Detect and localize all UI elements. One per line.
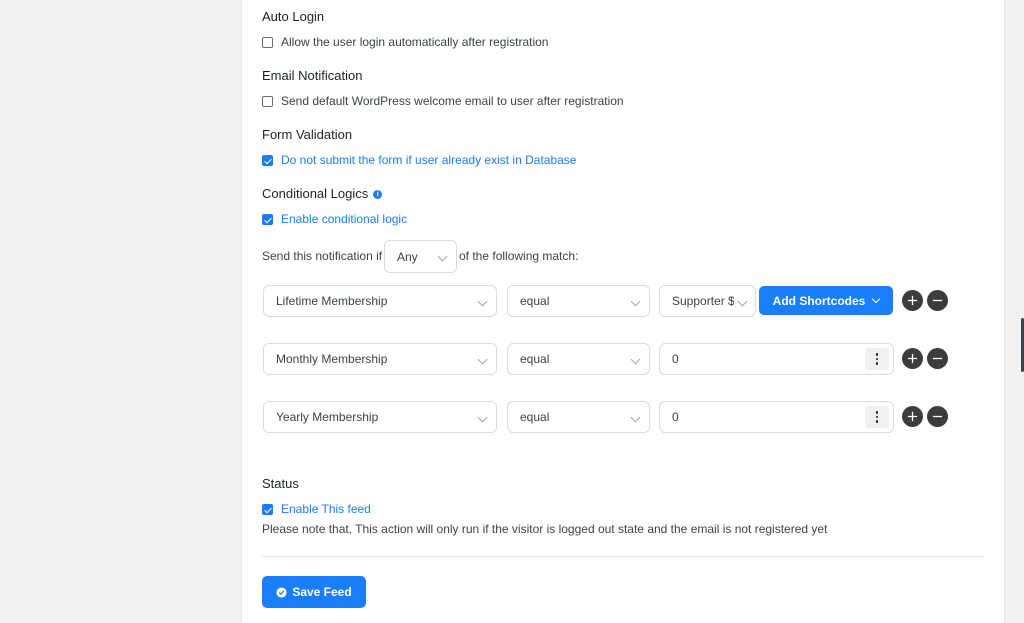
remove-condition-button[interactable]: [927, 290, 948, 311]
condition-value-select[interactable]: Supporter $: [659, 285, 756, 317]
email-notification-checkbox[interactable]: Send default WordPress welcome email to …: [262, 94, 624, 108]
checkbox-box[interactable]: [262, 95, 273, 107]
check-circle-icon: [276, 586, 287, 598]
chevron-down-icon: [630, 296, 641, 307]
condition-operator-select[interactable]: equal: [507, 285, 650, 317]
save-feed-button[interactable]: Save Feed: [262, 576, 366, 608]
enable-feed-label: Enable This feed: [281, 502, 371, 516]
status-title: Status: [262, 476, 299, 491]
condition-field-value: Lifetime Membership: [276, 294, 388, 308]
email-notification-title: Email Notification: [262, 68, 363, 83]
status-note: Please note that, This action will only …: [262, 522, 828, 536]
condition-field-select[interactable]: Monthly Membership: [263, 343, 497, 375]
conditional-logics-text: Conditional Logics: [262, 186, 369, 201]
plus-icon: [907, 411, 918, 422]
auto-login-label: Allow the user login automatically after…: [281, 35, 549, 49]
chevron-down-icon: [477, 412, 488, 423]
plus-icon: [907, 295, 918, 306]
condition-field-select[interactable]: Lifetime Membership: [263, 285, 497, 317]
minus-icon: [932, 415, 943, 418]
chevron-down-icon: [737, 296, 748, 307]
auto-login-title: Auto Login: [262, 9, 325, 24]
add-shortcodes-button[interactable]: Add Shortcodes: [759, 286, 893, 315]
checkbox-box[interactable]: [262, 503, 273, 515]
condition-field-value: Yearly Membership: [276, 410, 379, 424]
chevron-down-icon: [872, 294, 881, 303]
chevron-down-icon: [630, 412, 641, 423]
condition-value-text: 0: [672, 352, 679, 366]
conditional-logics-title: Conditional Logics i: [262, 186, 383, 201]
form-validation-checkbox[interactable]: Do not submit the form if user already e…: [262, 153, 576, 167]
checkbox-box[interactable]: [262, 213, 273, 225]
condition-operator-select[interactable]: equal: [507, 401, 650, 433]
form-validation-title: Form Validation: [262, 127, 353, 142]
remove-condition-button[interactable]: [927, 348, 948, 369]
checkbox-box[interactable]: [262, 36, 273, 48]
match-type-value: Any: [397, 249, 418, 264]
minus-icon: [932, 299, 943, 302]
condition-value-text: 0: [672, 410, 679, 424]
chevron-down-icon: [437, 251, 448, 262]
condition-value-input[interactable]: 0: [659, 401, 894, 433]
save-feed-label: Save Feed: [292, 585, 352, 599]
more-vertical-icon[interactable]: [865, 348, 889, 370]
add-shortcodes-label: Add Shortcodes: [772, 293, 866, 308]
condition-field-select[interactable]: Yearly Membership: [263, 401, 497, 433]
add-condition-button[interactable]: [902, 406, 923, 427]
send-suffix: of the following match:: [459, 249, 579, 263]
send-prefix: Send this notification if: [262, 249, 383, 263]
condition-value-text: Supporter $: [672, 294, 734, 308]
condition-operator-value: equal: [520, 294, 550, 308]
condition-operator-value: equal: [520, 352, 550, 366]
conditional-logic-label: Enable conditional logic: [281, 212, 408, 226]
divider: [262, 556, 984, 557]
enable-feed-checkbox[interactable]: Enable This feed: [262, 502, 371, 516]
form-validation-label: Do not submit the form if user already e…: [281, 153, 577, 167]
chevron-down-icon: [630, 354, 641, 365]
checkbox-box[interactable]: [262, 154, 273, 166]
auto-login-checkbox[interactable]: Allow the user login automatically after…: [262, 35, 548, 49]
remove-condition-button[interactable]: [927, 406, 948, 427]
add-condition-button[interactable]: [902, 290, 923, 311]
add-condition-button[interactable]: [902, 348, 923, 369]
condition-field-value: Monthly Membership: [276, 352, 388, 366]
condition-operator-select[interactable]: equal: [507, 343, 650, 375]
plus-icon: [907, 353, 918, 364]
minus-icon: [932, 357, 943, 360]
condition-operator-value: equal: [520, 410, 550, 424]
info-icon[interactable]: i: [373, 190, 383, 200]
chevron-down-icon: [477, 296, 488, 307]
match-type-select[interactable]: Any: [384, 240, 457, 273]
conditional-logic-checkbox[interactable]: Enable conditional logic: [262, 212, 407, 226]
chevron-down-icon: [477, 354, 488, 365]
more-vertical-icon[interactable]: [865, 406, 889, 428]
email-notification-label: Send default WordPress welcome email to …: [281, 94, 624, 108]
condition-value-input[interactable]: 0: [659, 343, 894, 375]
